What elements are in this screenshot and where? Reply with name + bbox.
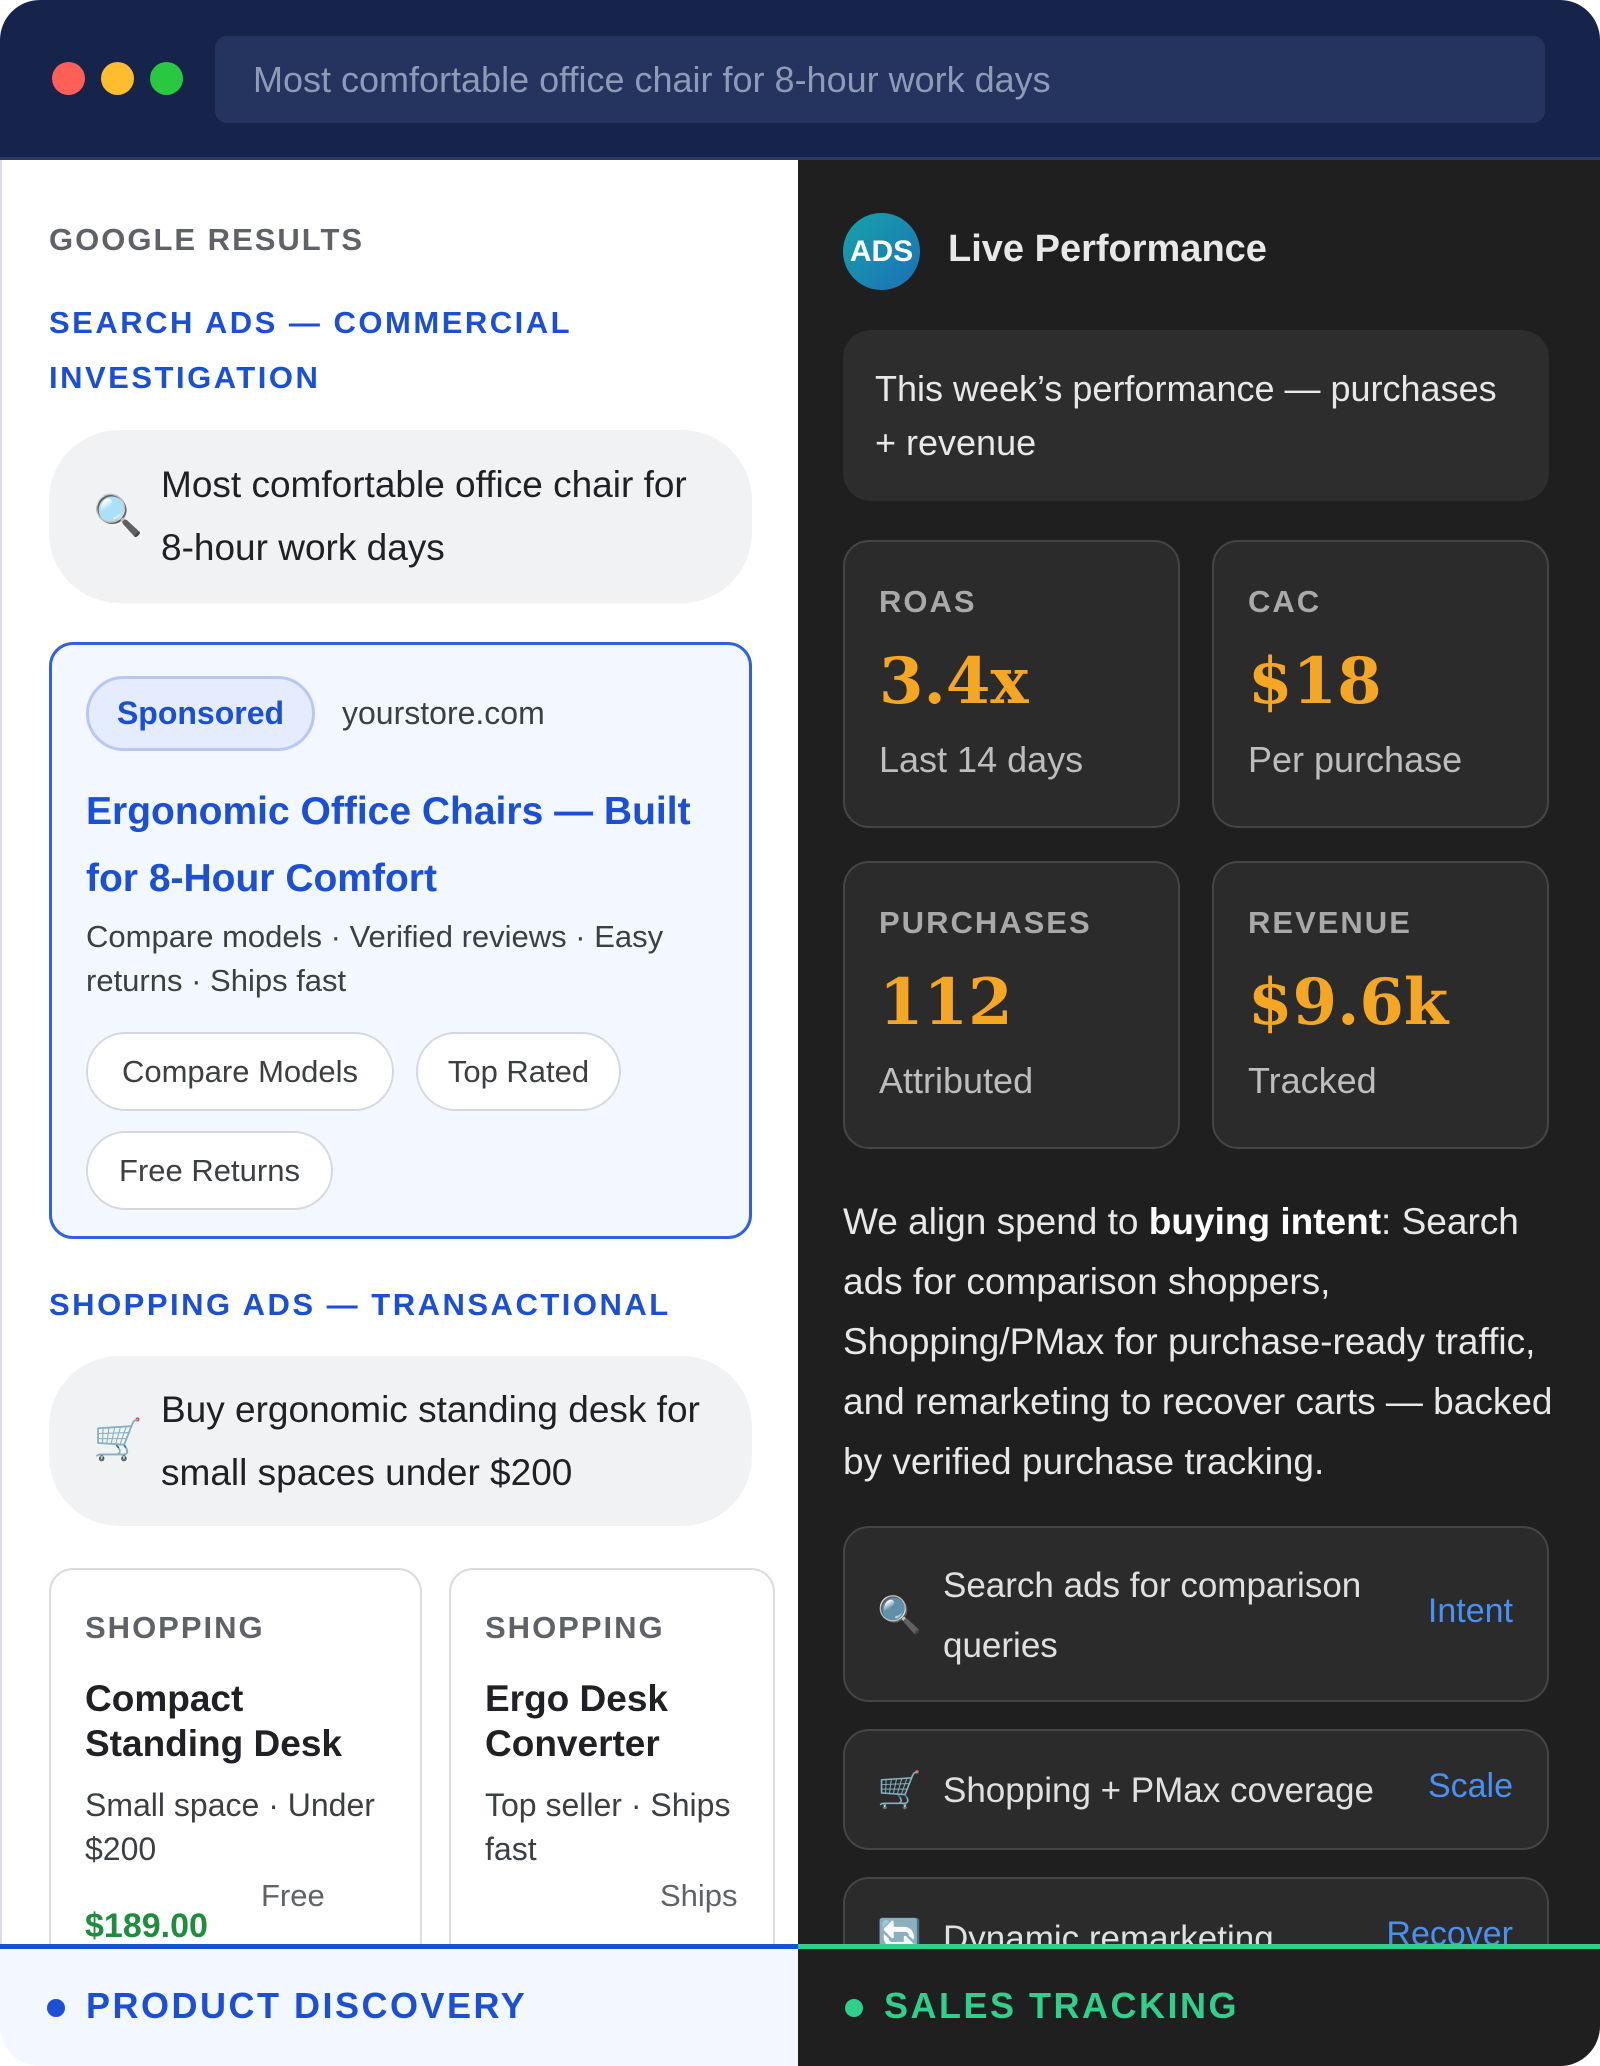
search-query-pill: 🔍 Most comfortable office chair for 8-ho… xyxy=(49,430,752,603)
product-card[interactable]: SHOPPING Compact Standing Desk Small spa… xyxy=(49,1568,422,1944)
sponsored-badge: Sponsored xyxy=(86,676,315,751)
ad-domain[interactable]: yourstore.com xyxy=(342,695,545,732)
minimize-window-button[interactable] xyxy=(101,62,134,95)
metric-label: ROAS xyxy=(879,584,977,619)
product-description: Top seller · Ships fast xyxy=(485,1787,731,1867)
metric-value: $18 xyxy=(1248,644,1382,719)
search-icon: 🔍 xyxy=(877,1594,922,1635)
metric-card-purchases: PURCHASES 112 Attributed xyxy=(843,861,1180,1149)
product-shipping-note: Free xyxy=(261,1878,325,1913)
maximize-window-button[interactable] xyxy=(150,62,183,95)
cart-icon: 🛒 xyxy=(93,1418,143,1462)
app-window: Most comfortable office chair for 8-hour… xyxy=(0,0,1600,2066)
search-ads-label: SEARCH ADS — COMMERCIAL INVESTIGATION xyxy=(49,305,572,395)
sitelink-chip-free-returns[interactable]: Free Returns xyxy=(86,1131,333,1210)
metric-card-cac: CAC $18 Per purchase xyxy=(1212,540,1549,828)
google-results-panel: GOOGLE RESULTS SEARCH ADS — COMMERCIAL I… xyxy=(0,160,798,1944)
cart-icon: 🛒 xyxy=(877,1769,922,1810)
week-summary-box: This week’s performance — purchases + re… xyxy=(843,330,1549,501)
status-dot xyxy=(47,1999,65,2017)
product-title[interactable]: Ergo Desk Converter xyxy=(485,1676,773,1766)
panel-title: Live Performance xyxy=(948,228,1267,270)
product-title[interactable]: Compact Standing Desk xyxy=(85,1676,385,1766)
metric-label: REVENUE xyxy=(1248,905,1412,940)
metric-value: $9.6k xyxy=(1248,965,1449,1040)
search-ad-card[interactable]: Sponsored yourstore.com Ergonomic Office… xyxy=(49,642,752,1239)
feature-text: Search ads for comparison queries xyxy=(943,1566,1362,1665)
search-query-text: Most comfortable office chair for 8-hour… xyxy=(161,464,687,568)
product-kicker: SHOPPING xyxy=(485,1610,665,1645)
product-kicker: SHOPPING xyxy=(85,1610,265,1645)
product-shipping-note: Ships xyxy=(660,1878,738,1913)
ads-logo: ADS xyxy=(843,213,920,290)
metric-subtext: Last 14 days xyxy=(879,739,1084,780)
metric-value: 3.4x xyxy=(879,644,1029,719)
strategy-text-pre: We align spend to xyxy=(843,1201,1149,1242)
metric-subtext: Per purchase xyxy=(1248,739,1463,780)
product-description: Small space · Under $200 xyxy=(85,1787,375,1867)
feature-tag: Recover xyxy=(1386,1915,1513,1944)
shopping-query-pill: 🛒 Buy ergonomic standing desk for small … xyxy=(49,1356,752,1526)
strategy-text-post: : Search ads for comparison shoppers, Sh… xyxy=(843,1201,1553,1482)
performance-panel: ADS Live Performance This week’s perform… xyxy=(798,160,1600,1944)
address-bar[interactable]: Most comfortable office chair for 8-hour… xyxy=(215,36,1545,123)
shopping-ads-label: SHOPPING ADS — TRANSACTIONAL xyxy=(49,1287,671,1322)
metric-card-roas: ROAS 3.4x Last 14 days xyxy=(843,540,1180,828)
metric-subtext: Attributed xyxy=(879,1060,1034,1101)
status-dot xyxy=(845,1999,863,2017)
product-price: $189.00 xyxy=(85,1907,208,1944)
sales-tracking-label: SALES TRACKING xyxy=(884,1985,1240,2026)
metric-label: CAC xyxy=(1248,584,1322,619)
metric-subtext: Tracked xyxy=(1248,1060,1377,1101)
metric-value: 112 xyxy=(879,965,1013,1040)
feature-tag: Scale xyxy=(1427,1767,1513,1805)
strategy-description: We align spend to buying intent: Search … xyxy=(843,1192,1563,1492)
shopping-query-text: Buy ergonomic standing desk for small sp… xyxy=(161,1389,700,1493)
sitelink-chip-compare-models[interactable]: Compare Models xyxy=(86,1032,394,1111)
product-discovery-bar: PRODUCT DISCOVERY xyxy=(0,1944,798,2066)
metric-card-revenue: REVENUE $9.6k Tracked xyxy=(1212,861,1549,1149)
strategy-text-bold: buying intent xyxy=(1148,1201,1382,1242)
sales-tracking-bar: SALES TRACKING xyxy=(798,1944,1600,2066)
feature-row-remarketing[interactable]: 🔄 Dynamic remarketing Recover xyxy=(843,1877,1549,1944)
feature-tag: Intent xyxy=(1427,1592,1513,1630)
search-icon: 🔍 xyxy=(93,494,143,538)
ad-headline-link[interactable]: Ergonomic Office Chairs — Built for 8-Ho… xyxy=(86,778,726,912)
product-discovery-label: PRODUCT DISCOVERY xyxy=(86,1985,528,2026)
feature-row-search[interactable]: 🔍 Search ads for comparison queries Inte… xyxy=(843,1526,1549,1702)
feature-text: Dynamic remarketing xyxy=(943,1919,1274,1944)
feature-row-shopping[interactable]: 🛒 Shopping + PMax coverage Scale xyxy=(843,1729,1549,1850)
feature-text: Shopping + PMax coverage xyxy=(943,1771,1374,1810)
ad-description: Compare models · Verified reviews · Easy… xyxy=(86,919,664,998)
refresh-icon: 🔄 xyxy=(877,1917,922,1944)
sitelink-chip-top-rated[interactable]: Top Rated xyxy=(416,1032,621,1111)
close-window-button[interactable] xyxy=(52,62,85,95)
section-title: GOOGLE RESULTS xyxy=(49,222,365,257)
browser-toolbar: Most comfortable office chair for 8-hour… xyxy=(0,0,1600,160)
metric-label: PURCHASES xyxy=(879,905,1092,940)
product-card[interactable]: SHOPPING Ergo Desk Converter Top seller … xyxy=(449,1568,775,1944)
